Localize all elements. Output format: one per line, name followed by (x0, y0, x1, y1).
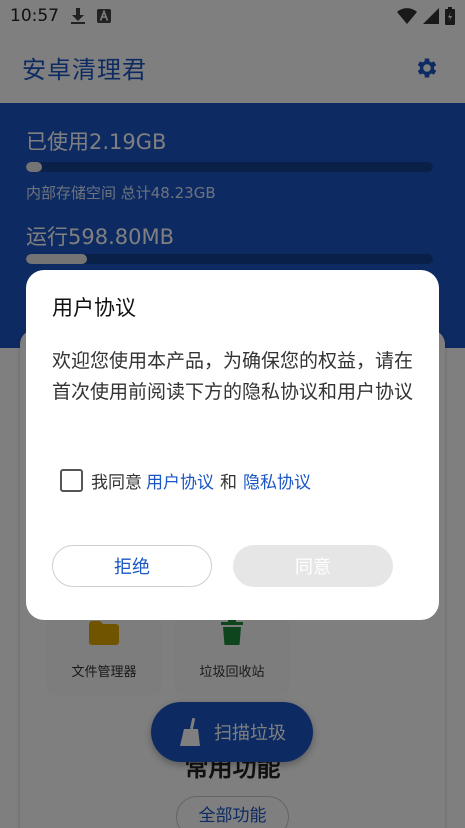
consent-and: 和 (220, 473, 237, 493)
dialog-message: 欢迎您使用本产品，为确保您的权益，请在首次使用前阅读下方的隐私协议和用户协议 (52, 350, 414, 403)
dialog-title: 用户协议 (52, 296, 136, 320)
consent-checkbox[interactable] (60, 469, 83, 492)
user-agreement-link[interactable]: 用户协议 (146, 468, 214, 493)
privacy-policy-link[interactable]: 隐私协议 (243, 468, 311, 493)
consent-row: 我同意 用户协议 和 隐私协议 (60, 468, 315, 493)
reject-button[interactable]: 拒绝 (52, 545, 212, 587)
agree-button[interactable]: 同意 (233, 545, 393, 587)
consent-prefix: 我同意 (91, 473, 142, 493)
user-agreement-dialog: 用户协议 欢迎您使用本产品，为确保您的权益，请在首次使用前阅读下方的隐私协议和用… (26, 270, 439, 620)
